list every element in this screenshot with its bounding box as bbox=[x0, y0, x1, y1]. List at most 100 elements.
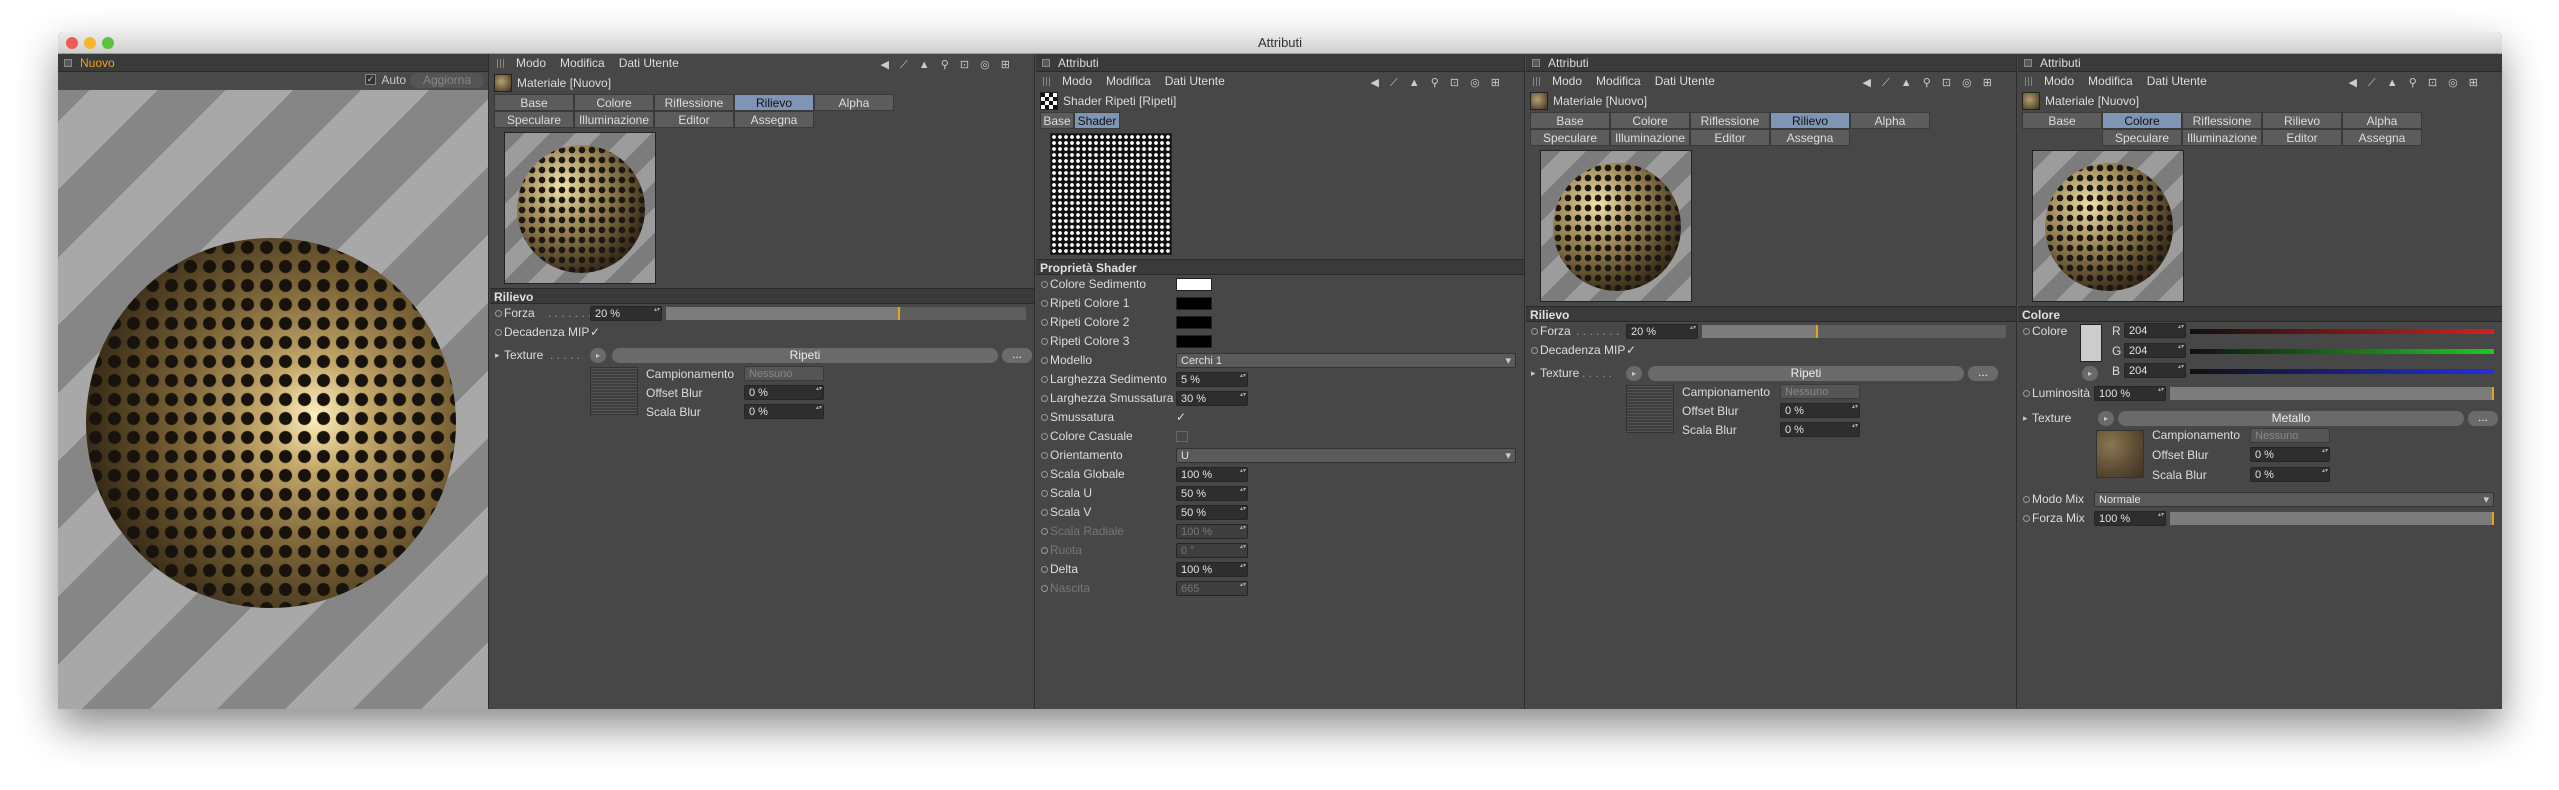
tab-colore[interactable]: Colore bbox=[1610, 112, 1690, 129]
menu-dati-utente[interactable]: Dati Utente bbox=[619, 56, 679, 70]
animate-dot-icon[interactable] bbox=[1041, 433, 1048, 440]
tab-illuminazione[interactable]: Illuminazione bbox=[1610, 129, 1690, 146]
g-slider[interactable] bbox=[2190, 349, 2494, 354]
menu-modifica[interactable]: Modifica bbox=[2088, 74, 2133, 88]
menu-modifica[interactable]: Modifica bbox=[1106, 74, 1151, 88]
menu-modo[interactable]: Modo bbox=[1552, 74, 1582, 88]
animate-dot-icon[interactable] bbox=[1531, 328, 1538, 335]
tab-rilievo[interactable]: Rilievo bbox=[1770, 112, 1850, 129]
offset-blur-field[interactable]: 0 % bbox=[744, 385, 824, 400]
campionamento-dropdown[interactable]: Nessuno bbox=[744, 366, 824, 381]
color-swatch[interactable] bbox=[1176, 335, 1212, 348]
forza-slider[interactable] bbox=[1702, 325, 2006, 338]
animate-dot-icon[interactable] bbox=[1041, 509, 1048, 516]
tab-illuminazione[interactable]: Illuminazione bbox=[2182, 129, 2262, 146]
texture-menu-button[interactable]: ▸ bbox=[1626, 366, 1642, 381]
tab-assegna[interactable]: Assegna bbox=[734, 111, 814, 128]
luminosita-field[interactable]: 100 % bbox=[2094, 386, 2166, 401]
animate-dot-icon[interactable] bbox=[1041, 585, 1048, 592]
animate-dot-icon[interactable] bbox=[1041, 300, 1048, 307]
forza-field[interactable]: 20 % bbox=[1626, 324, 1698, 339]
menu-modifica[interactable]: Modifica bbox=[1596, 74, 1641, 88]
shader-field[interactable]: 100 % bbox=[1176, 562, 1248, 577]
animate-dot-icon[interactable] bbox=[1041, 319, 1048, 326]
color-mode-button[interactable]: ▸ bbox=[2082, 366, 2098, 381]
luminosita-slider[interactable] bbox=[2170, 387, 2494, 400]
color-swatch[interactable] bbox=[2080, 324, 2102, 362]
menu-modo[interactable]: Modo bbox=[1062, 74, 1092, 88]
expand-arrow-icon[interactable]: ▸ bbox=[1531, 364, 1536, 383]
animate-dot-icon[interactable] bbox=[1041, 547, 1048, 554]
tab-base[interactable]: Base bbox=[494, 94, 574, 111]
decadenza-checkbox[interactable]: ✓ bbox=[1626, 341, 1636, 360]
shader-field[interactable]: 30 % bbox=[1176, 391, 1248, 406]
scala-blur-field[interactable]: 0 % bbox=[744, 404, 824, 419]
panel-grip-icon[interactable] bbox=[1042, 59, 1050, 67]
tab-editor[interactable]: Editor bbox=[654, 111, 734, 128]
grip-icon[interactable] bbox=[1533, 77, 1542, 86]
nav-icons[interactable]: ◀ ⟋ ▲ ⚲ ⊡ ◎ ⊞ bbox=[881, 56, 1014, 74]
expand-arrow-icon[interactable]: ▸ bbox=[2023, 409, 2028, 428]
tab-editor[interactable]: Editor bbox=[2262, 129, 2342, 146]
texture-metallo-button[interactable]: Metallo bbox=[2118, 411, 2464, 426]
texture-shader-button[interactable]: Ripeti bbox=[1648, 366, 1964, 381]
campionamento-dropdown[interactable]: Nessuno bbox=[1780, 384, 1860, 399]
tab-alpha[interactable]: Alpha bbox=[1850, 112, 1930, 129]
tab-speculare[interactable]: Speculare bbox=[494, 111, 574, 128]
tab-riflessione[interactable]: Riflessione bbox=[1690, 112, 1770, 129]
menu-modo[interactable]: Modo bbox=[2044, 74, 2074, 88]
b-slider[interactable] bbox=[2190, 369, 2494, 374]
campionamento-dropdown[interactable]: Nessuno bbox=[2250, 428, 2330, 443]
nav-icons[interactable]: ◀ ⟋ ▲ ⚲ ⊡ ◎ ⊞ bbox=[1371, 74, 1504, 92]
animate-dot-icon[interactable] bbox=[495, 310, 502, 317]
forza-mix-slider[interactable] bbox=[2170, 512, 2494, 525]
texture-menu-button[interactable]: ▸ bbox=[590, 348, 606, 363]
menu-dati-utente[interactable]: Dati Utente bbox=[1165, 74, 1225, 88]
animate-dot-icon[interactable] bbox=[1041, 471, 1048, 478]
tab-rilievo[interactable]: Rilievo bbox=[734, 94, 814, 111]
tab-assegna[interactable]: Assegna bbox=[1770, 129, 1850, 146]
animate-dot-icon[interactable] bbox=[2023, 390, 2030, 397]
close-icon[interactable] bbox=[66, 37, 78, 49]
tab-assegna[interactable]: Assegna bbox=[2342, 129, 2422, 146]
menu-modifica[interactable]: Modifica bbox=[560, 56, 605, 70]
tab-riflessione[interactable]: Riflessione bbox=[2182, 112, 2262, 129]
scala-blur-field[interactable]: 0 % bbox=[2250, 467, 2330, 482]
shader-checkbox[interactable] bbox=[1176, 431, 1188, 442]
texture-more-button[interactable]: ... bbox=[2468, 411, 2498, 426]
tab-colore[interactable]: Colore bbox=[574, 94, 654, 111]
color-swatch[interactable] bbox=[1176, 297, 1212, 310]
animate-dot-icon[interactable] bbox=[1041, 566, 1048, 573]
forza-slider[interactable] bbox=[666, 307, 1026, 320]
shader-field[interactable]: 50 % bbox=[1176, 486, 1248, 501]
shader-dropdown[interactable]: U bbox=[1176, 448, 1516, 464]
animate-dot-icon[interactable] bbox=[2023, 496, 2030, 503]
forza-field[interactable]: 20 % bbox=[590, 306, 662, 321]
tab-rilievo[interactable]: Rilievo bbox=[2262, 112, 2342, 129]
tab-alpha[interactable]: Alpha bbox=[2342, 112, 2422, 129]
texture-more-button[interactable]: ... bbox=[1968, 366, 1998, 381]
shader-field[interactable]: 100 % bbox=[1176, 467, 1248, 482]
tab-base[interactable]: Base bbox=[2022, 112, 2102, 129]
nav-icons[interactable]: ◀ ⟋ ▲ ⚲ ⊡ ◎ ⊞ bbox=[2349, 74, 2482, 92]
animate-dot-icon[interactable] bbox=[1041, 357, 1048, 364]
animate-dot-icon[interactable] bbox=[1041, 414, 1048, 421]
animate-dot-icon[interactable] bbox=[1041, 490, 1048, 497]
animate-dot-icon[interactable] bbox=[2023, 328, 2030, 335]
animate-dot-icon[interactable] bbox=[1041, 281, 1048, 288]
texture-menu-button[interactable]: ▸ bbox=[2098, 411, 2114, 426]
animate-dot-icon[interactable] bbox=[495, 329, 502, 336]
tab-base[interactable]: Base bbox=[1040, 112, 1074, 129]
nav-icons[interactable]: ◀ ⟋ ▲ ⚲ ⊡ ◎ ⊞ bbox=[1863, 74, 1996, 92]
grip-icon[interactable] bbox=[1043, 77, 1052, 86]
shader-field[interactable]: 5 % bbox=[1176, 372, 1248, 387]
auto-checkbox[interactable]: ✓ bbox=[365, 74, 376, 85]
zoom-icon[interactable] bbox=[102, 37, 114, 49]
offset-blur-field[interactable]: 0 % bbox=[2250, 447, 2330, 462]
forza-mix-field[interactable]: 100 % bbox=[2094, 511, 2166, 526]
refresh-button[interactable]: Aggiorna bbox=[410, 73, 484, 88]
menu-modo[interactable]: Modo bbox=[516, 56, 546, 70]
r-field[interactable]: 204 bbox=[2124, 323, 2186, 338]
tab-base[interactable]: Base bbox=[1530, 112, 1610, 129]
animate-dot-icon[interactable] bbox=[1531, 347, 1538, 354]
